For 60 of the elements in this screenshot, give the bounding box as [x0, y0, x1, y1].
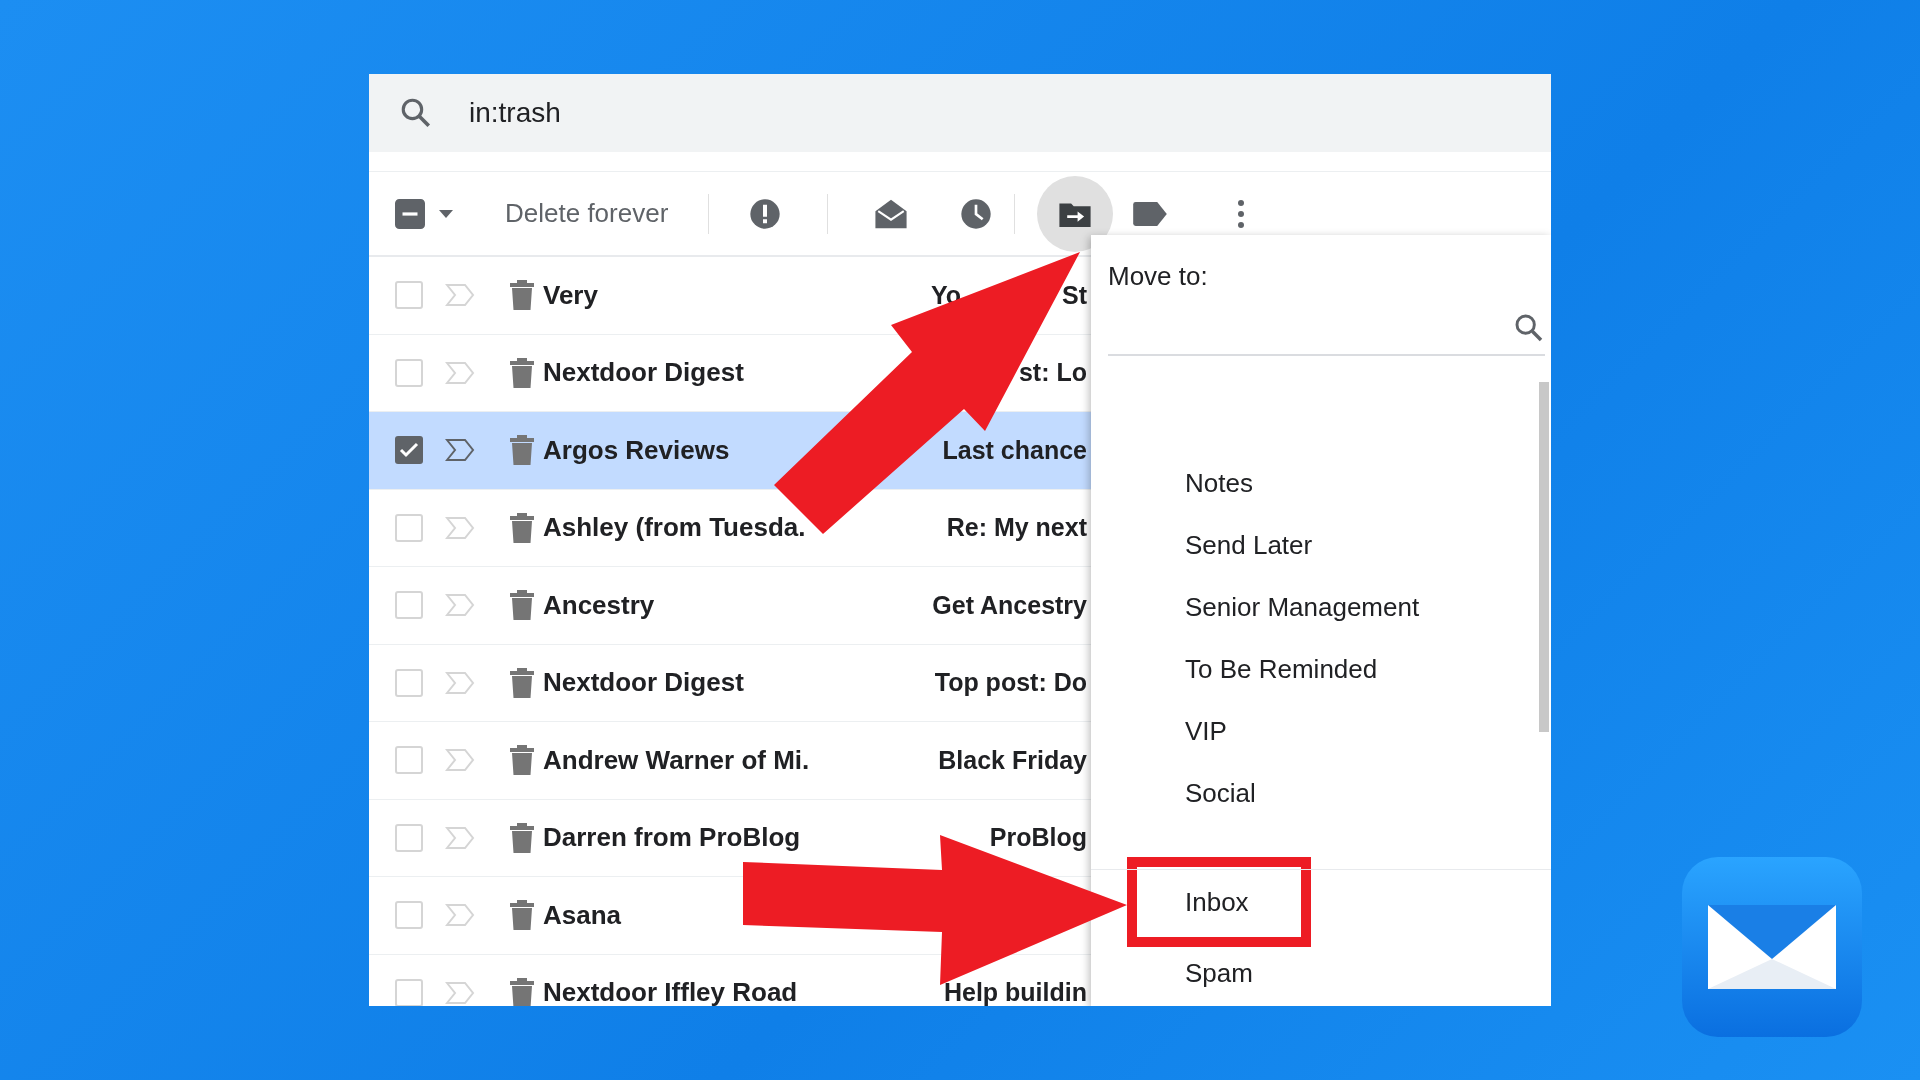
email-subject: st: Lo — [1018, 358, 1087, 388]
sender-name: Very — [543, 279, 599, 311]
trash-icon — [509, 899, 535, 932]
select-checkbox[interactable] — [395, 198, 425, 229]
row-checkbox[interactable] — [395, 823, 423, 852]
row-checkbox[interactable] — [395, 436, 423, 465]
search-icon[interactable] — [399, 96, 433, 130]
row-checkbox[interactable] — [395, 978, 423, 1006]
report-spam-icon[interactable] — [749, 197, 782, 230]
trash-icon — [509, 976, 535, 1006]
label-search-field[interactable] — [1108, 312, 1545, 356]
caret-icon[interactable] — [439, 209, 453, 218]
email-subject: Help buildin — [943, 978, 1087, 1006]
email-subject: Get Ancestry — [932, 590, 1087, 620]
check-icon — [399, 442, 419, 459]
scrollbar[interactable] — [1539, 382, 1549, 732]
menu-title: Move to: — [1108, 261, 1209, 292]
importance-icon[interactable] — [445, 438, 475, 463]
sender-name: Andrew Warner of Mi. — [543, 744, 811, 776]
trash-icon — [509, 356, 535, 389]
trash-icon — [509, 744, 535, 777]
trash-icon — [509, 511, 535, 544]
trash-icon — [509, 589, 535, 622]
sender-name: Ancestry — [543, 589, 656, 621]
sender-name: Nextdoor Digest — [543, 667, 745, 699]
label-icon[interactable] — [1133, 201, 1168, 226]
menu-item[interactable]: Inbox — [1127, 857, 1311, 947]
email-subject: Top post: Do — [934, 668, 1087, 698]
trash-icon — [509, 821, 535, 854]
sender-name: Nextdoor Digest — [543, 357, 745, 389]
sender-name: Ashley (from Tuesda. — [543, 512, 807, 544]
row-checkbox[interactable] — [395, 281, 423, 310]
email-subject: Last chance — [942, 435, 1087, 465]
more-icon[interactable] — [1237, 198, 1246, 229]
row-checkbox[interactable] — [395, 901, 423, 930]
delete-forever-button[interactable]: Delete forever — [505, 198, 669, 229]
search-bar[interactable]: in:trash — [369, 74, 1551, 152]
row-checkbox[interactable] — [395, 513, 423, 542]
open-envelope-icon[interactable] — [874, 197, 909, 230]
search-query: in:trash — [469, 97, 561, 129]
sender-name: Nextdoor Iffley Road — [543, 977, 799, 1006]
row-checkbox[interactable] — [395, 668, 423, 697]
menu-item[interactable]: Senior Management — [1091, 576, 1551, 638]
row-checkbox[interactable] — [395, 358, 423, 387]
email-subject: St — [1062, 280, 1087, 310]
email-subject: ProBlog — [989, 823, 1087, 853]
clock-icon[interactable] — [960, 197, 993, 230]
sender-name: Argos Reviews — [543, 434, 731, 466]
trash-icon — [509, 279, 535, 312]
sender-name: Darren from ProBlog — [543, 822, 802, 854]
row-checkbox[interactable] — [395, 591, 423, 620]
row-checkbox[interactable] — [395, 746, 423, 775]
trash-icon — [509, 434, 535, 467]
menu-item[interactable]: Spam — [1185, 957, 1253, 989]
search-icon[interactable] — [1513, 312, 1545, 344]
email-subject: Black Friday — [938, 745, 1087, 775]
trash-icon — [509, 666, 535, 699]
sender-name: Asana — [543, 899, 623, 931]
mail-app-icon — [1680, 855, 1864, 1039]
email-subject: Re: My next — [946, 513, 1087, 543]
